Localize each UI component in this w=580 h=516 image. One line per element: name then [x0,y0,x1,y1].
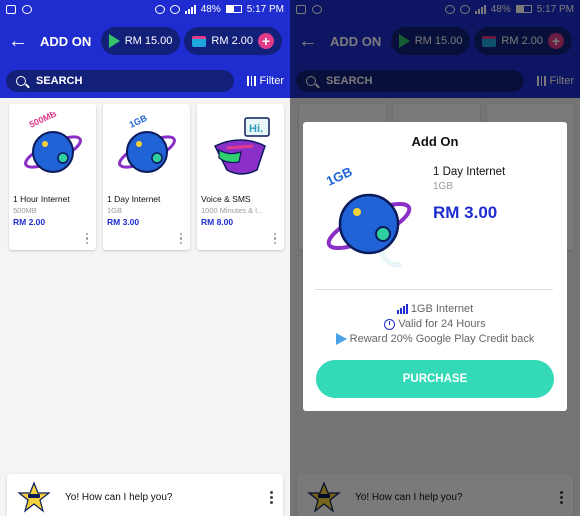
product-card-voice-sms[interactable]: Hi. Voice & SMS 1000 Minutes & l... RM 8… [197,104,284,250]
product-card-1-day-internet[interactable]: 1GB 1 Day Internet 1GB RM 3.00 [103,104,190,250]
google-play-balance: RM 15.00 [124,35,173,47]
planet-1gb-icon: 1GB [319,164,419,279]
signal-icon [184,4,196,14]
product-subtitle: 500MB [13,206,37,215]
filter-button[interactable]: Filter [247,75,284,87]
more-options-icon[interactable] [85,232,88,244]
planet-500mb-icon: 500MB [9,104,96,192]
voice-sms-icon: Hi. [197,104,284,192]
dialog-product-subtitle: 1GB [433,181,454,192]
google-play-balance-button[interactable]: RM 15.00 [100,27,181,55]
battery-percent: 48% [200,3,221,15]
status-bar: 48% 5:17 PM [0,0,290,18]
feature-validity: Valid for 24 Hours [303,318,567,330]
svg-text:Hi.: Hi. [249,123,263,135]
status-time: 5:17 PM [246,3,284,15]
filter-icon [247,76,256,86]
more-options-icon[interactable] [179,232,182,244]
key-icon [169,4,180,14]
product-price: RM 3.00 [107,217,140,227]
instagram-icon [22,4,32,14]
search-row: SEARCH Filter [0,64,290,98]
feature-reward: Reward 20% Google Play Credit back [303,333,567,345]
feature-data: 1GB Internet [303,303,567,315]
wallet-icon [192,35,207,47]
google-play-icon [335,333,347,345]
product-subtitle: 1000 Minutes & l... [201,206,264,215]
dialog-title: Add On [411,134,459,149]
signal-bars-icon [396,304,408,314]
product-title: 1 Day Internet [107,194,161,204]
feature-text: Reward 20% Google Play Credit back [349,333,535,345]
product-card-1-hour-internet[interactable]: 500MB 1 Hour Internet 500MB RM 2.00 [9,104,96,250]
google-play-icon [108,34,120,48]
add-on-dialog: Add On 1GB 1 Day Internet 1GB RM 3.00 1G… [303,122,567,411]
svg-text:1GB: 1GB [127,113,148,130]
search-placeholder: SEARCH [36,75,83,87]
product-title: Voice & SMS [201,194,251,204]
product-grid: 500MB 1 Hour Internet 500MB RM 2.00 1GB … [9,104,284,250]
product-price: RM 2.00 [13,217,46,227]
svg-text:500MB: 500MB [27,112,58,130]
bluetooth-icon [154,4,165,14]
add-credit-icon[interactable]: + [258,33,274,49]
search-input[interactable]: SEARCH [6,70,234,92]
page-title: ADD ON [40,33,92,49]
purchase-button[interactable]: PURCHASE [316,360,554,398]
chat-prompt: Yo! How can I help you? [65,491,173,503]
wallet-balance: RM 2.00 [211,35,253,47]
dialog-price: RM 3.00 [433,203,498,222]
addon-detail-screen: 48% 5:17 PM ← ADD ON RM 15.00 RM 2.00 + … [290,0,580,516]
product-subtitle: 1GB [107,206,123,215]
planet-1gb-icon: 1GB [103,104,190,192]
svg-text:1GB: 1GB [324,164,355,189]
filter-label: Filter [259,75,284,87]
chatbot-bar[interactable]: Yo! How can I help you? [7,474,283,516]
search-icon [16,76,26,86]
app-bar: ← ADD ON RM 15.00 RM 2.00 + [0,18,290,64]
product-price: RM 8.00 [201,217,234,227]
divider [315,289,553,290]
stopwatch-icon [384,318,396,330]
more-options-icon[interactable] [273,232,276,244]
feature-text: 1GB Internet [410,303,474,315]
product-title: 1 Hour Internet [13,194,70,204]
chatbot-star-avatar-icon [17,481,51,513]
back-arrow-icon[interactable]: ← [8,30,34,53]
addon-list-screen: 48% 5:17 PM ← ADD ON RM 15.00 RM 2.00 + … [0,0,290,516]
chat-more-options-icon[interactable] [270,490,273,504]
wallet-balance-button[interactable]: RM 2.00 + [184,27,282,55]
dialog-product-name: 1 Day Internet [433,166,506,178]
battery-icon [225,5,242,13]
feature-text: Valid for 24 Hours [398,318,486,330]
message-icon [6,4,16,14]
